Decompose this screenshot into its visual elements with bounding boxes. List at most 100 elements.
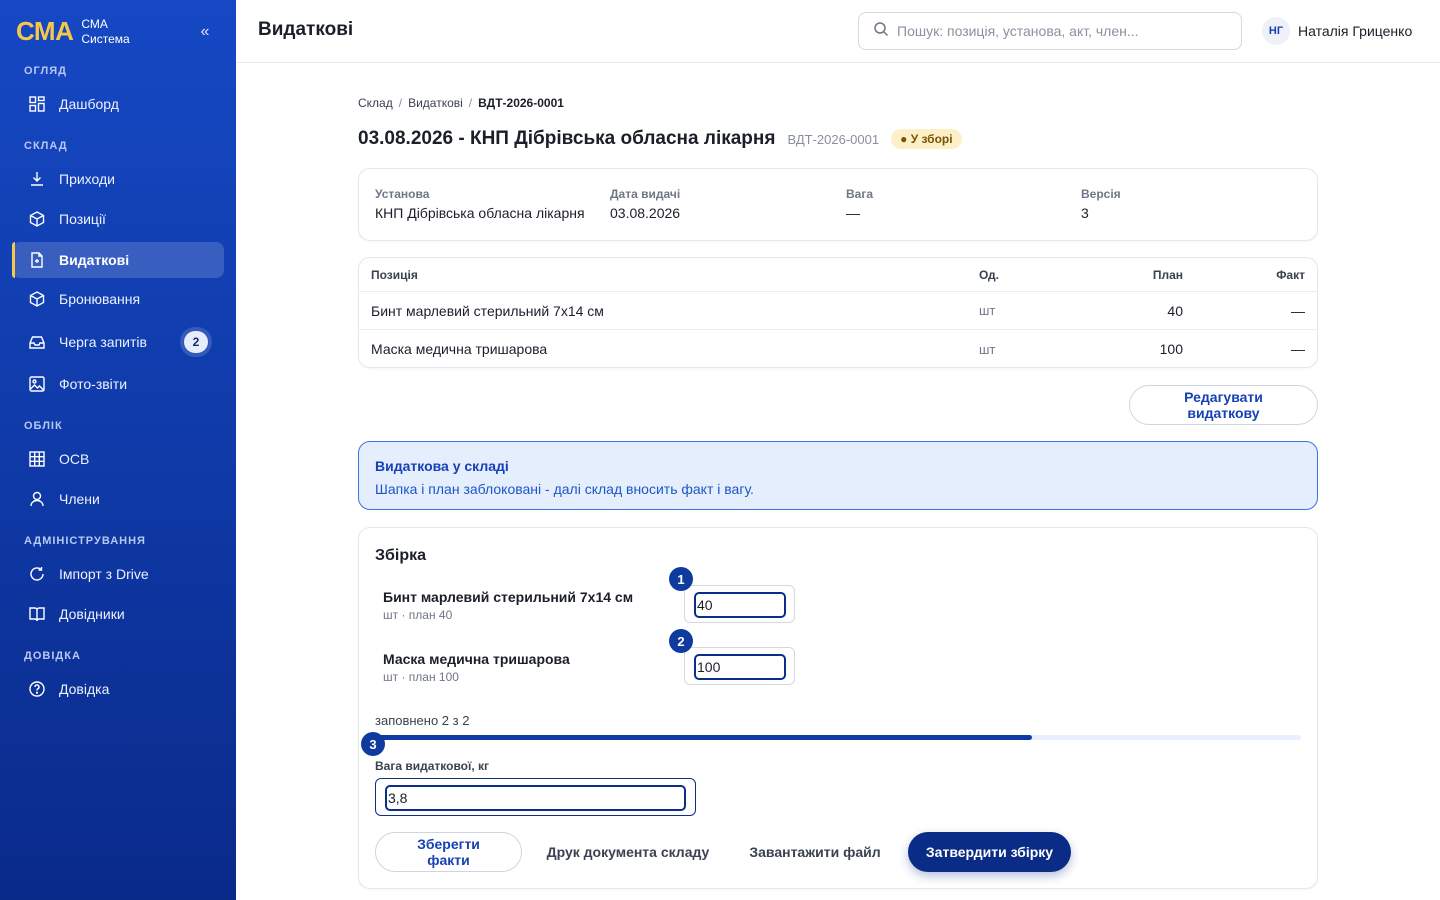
assembly-title: Збірка [375, 547, 427, 564]
search-input[interactable] [897, 23, 1217, 39]
box-icon [28, 290, 46, 308]
user-menu[interactable]: НГ Наталія Гриценко [1262, 17, 1412, 45]
grid-icon [28, 450, 46, 468]
approve-assembly-button[interactable]: Затвердити збірку [908, 832, 1071, 872]
info-label: Установа [375, 187, 430, 201]
sidebar-item-label: Фото-звіти [59, 376, 128, 392]
sidebar-item-positions[interactable]: Позиції [12, 201, 224, 237]
inbox-icon [28, 333, 46, 351]
document-code: ВДТ-2026-0001 [787, 131, 880, 147]
cell-plan: 40 [1167, 302, 1183, 319]
sidebar-item-receipts[interactable]: Приходи [12, 161, 224, 197]
sidebar-item-directories[interactable]: Довідники [12, 596, 224, 632]
user-name: Наталія Гриценко [1298, 23, 1413, 39]
info-label: Версія [1081, 187, 1121, 201]
breadcrumb: Склад / Видаткові / ВДТ-2026-0001 [358, 96, 564, 110]
cell-fact: — [1291, 341, 1305, 357]
table-header-row: Позиція Од. План Факт [359, 258, 1317, 292]
sidebar-item-label: Видаткові [59, 252, 130, 268]
nav-section-overview: Огляд [24, 65, 67, 77]
search-box[interactable] [858, 12, 1242, 50]
progress-bar [375, 735, 1301, 740]
info-label: Вага [846, 187, 874, 201]
nav-section-accounting: Облік [24, 420, 63, 432]
step-marker: 2 [669, 629, 693, 653]
document-title: 03.08.2026 - КНП Дібрівська обласна ліка… [358, 128, 776, 149]
breadcrumb-item-issues[interactable]: Видаткові [408, 96, 463, 110]
info-value: КНП Дібрівська обласна лікарня [375, 205, 585, 221]
sidebar-item-photo-reports[interactable]: Фото-звіти [12, 366, 224, 402]
info-value: 03.08.2026 [610, 205, 681, 221]
brand-name-line2: Система [81, 31, 130, 46]
column-header-unit: Од. [979, 267, 999, 282]
info-notice: Видаткова у складі Шапка і план заблоков… [358, 441, 1318, 510]
table-row: Маска медична тришарова шт 100 — [359, 330, 1317, 367]
notice-title: Видаткова у складі [375, 458, 509, 474]
column-header-fact: Факт [1276, 267, 1305, 282]
request-count-badge: 2 [184, 331, 208, 353]
search-icon [873, 21, 897, 42]
info-version: Версія 3 [1081, 187, 1121, 221]
nav-section-help: Довідка [24, 650, 81, 662]
avatar: НГ [1262, 17, 1290, 45]
breadcrumb-item-current: ВДТ-2026-0001 [478, 96, 564, 110]
sidebar-item-request-queue[interactable]: Черга запитів 2 [12, 324, 224, 360]
weight-input[interactable] [385, 785, 686, 811]
document-title-row: 03.08.2026 - КНП Дібрівська обласна ліка… [358, 128, 962, 150]
print-document-button[interactable]: Друк документа складу [541, 832, 715, 872]
notice-text: Шапка і план заблоковані - далі склад вн… [375, 481, 754, 497]
sidebar-item-dashboard[interactable]: Дашборд [12, 86, 224, 122]
edit-issue-button[interactable]: Редагувати видаткову [1129, 385, 1318, 425]
cell-fact: — [1291, 302, 1305, 319]
fact-input-bandage[interactable] [694, 592, 786, 618]
page-title: Видаткові [258, 19, 354, 40]
book-icon [28, 605, 46, 623]
sidebar-item-members[interactable]: Члени [12, 481, 224, 517]
cell-unit: шт [979, 341, 996, 357]
info-issue-date: Дата видачі 03.08.2026 [610, 187, 680, 221]
brand-logo: СМА [16, 16, 74, 46]
cell-unit: шт [979, 303, 996, 318]
collapse-sidebar-button[interactable]: « [196, 22, 214, 42]
top-bar: Видаткові НГ Наталія Гриценко [236, 0, 1440, 63]
brand[interactable]: СМА СМА Система [16, 16, 130, 47]
sidebar-item-reservations[interactable]: Бронювання [12, 281, 224, 317]
sidebar-item-label: Члени [59, 491, 100, 507]
sidebar-item-label: Приходи [59, 171, 115, 187]
sidebar-item-osv[interactable]: ОСВ [12, 441, 224, 477]
column-header-plan: План [1152, 267, 1183, 282]
step-marker: 3 [361, 732, 385, 756]
progress-fill [375, 735, 1033, 740]
assembly-item-sub: шт · план 100 [383, 670, 459, 684]
step-marker: 1 [669, 567, 693, 591]
sidebar-item-issues[interactable]: Видаткові [12, 242, 224, 278]
upload-file-button[interactable]: Завантажити файл [745, 832, 885, 872]
sidebar-item-label: Довідники [59, 606, 125, 622]
info-label: Дата видачі [610, 187, 681, 201]
box-icon [28, 210, 46, 228]
document-icon [28, 251, 46, 269]
breadcrumb-item-warehouse[interactable]: Склад [358, 96, 393, 110]
sidebar-item-label: Довідка [59, 681, 110, 697]
fact-field-wrapper [684, 647, 795, 685]
fact-field-wrapper [684, 585, 795, 623]
weight-label: Вага видаткової, кг [375, 759, 490, 773]
save-facts-button[interactable]: Зберегти факти [375, 832, 522, 872]
refresh-icon [28, 565, 46, 583]
brand-text: СМА Система [81, 17, 129, 47]
info-value: — [846, 205, 860, 221]
breadcrumb-separator: / [468, 96, 473, 110]
sidebar-item-label: Черга запитів [59, 334, 147, 350]
sidebar-item-label: Імпорт з Drive [59, 566, 149, 582]
info-value: 3 [1081, 205, 1089, 221]
image-icon [28, 375, 46, 393]
cell-plan: 100 [1159, 341, 1183, 357]
sidebar-item-help[interactable]: Довідка [12, 671, 224, 707]
fact-input-mask[interactable] [694, 654, 786, 680]
table-row: Бинт марлевий стерильний 7х14 см шт 40 — [359, 292, 1317, 330]
cell-position: Маска медична тришарова [371, 341, 548, 357]
sidebar-item-label: Позиції [59, 211, 106, 227]
sidebar-item-import-drive[interactable]: Імпорт з Drive [12, 556, 224, 592]
info-weight: Вага — [846, 187, 873, 221]
info-institution: Установа КНП Дібрівська обласна лікарня [375, 187, 585, 221]
